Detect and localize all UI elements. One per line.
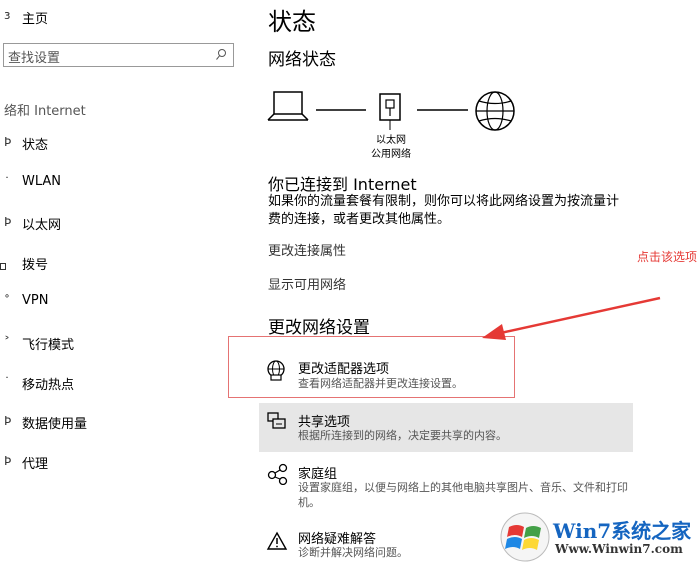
home-icon: ɜ [4,8,11,22]
nav-home[interactable]: 主页 [22,8,48,27]
sidebar-item-ethernet[interactable]: 以太网 [22,214,61,233]
warning-icon [266,531,288,550]
watermark-url: Www.Winwin7.com [555,542,683,556]
globe-icon [475,91,515,131]
annotation-arrow [482,296,661,340]
homegroup-icon [267,463,288,485]
annotation-text: 点击该选项 [637,250,697,264]
adapter-icon [267,360,285,381]
sidebar-item-wlan[interactable]: WLAN [22,174,61,189]
sidebar-item-status[interactable]: 状态 [22,134,48,153]
hotspot-icon: ˙ [4,375,10,389]
network-status-heading: 网络状态 [268,50,336,70]
option-adapter-title[interactable]: 更改适配器选项 [298,358,389,377]
option-sharing-desc: 根据所连接到的网络，决定要共享的内容。 [298,429,507,442]
sidebar-item-proxy[interactable]: 代理 [22,453,48,472]
sidebar-item-dialup[interactable]: 拨号 [22,254,48,273]
data-usage-icon: Þ [4,414,12,428]
change-properties-link[interactable]: 更改连接属性 [268,240,346,259]
laptop-icon [267,91,309,121]
windows-logo-icon [500,512,550,562]
network-diagram [267,91,515,131]
option-adapter-desc: 查看网络适配器并更改连接设置。 [298,377,463,390]
change-settings-heading: 更改网络设置 [268,318,370,338]
diagram-caption-type: 以太网 [376,135,406,146]
vpn-icon: ˚ [4,294,10,308]
show-networks-link[interactable]: 显示可用网络 [268,274,346,293]
search-icon[interactable] [215,48,227,62]
dialup-icon [0,263,6,270]
sidebar-item-vpn[interactable]: VPN [22,293,48,308]
option-troubleshoot-desc: 诊断并解决网络问题。 [298,546,408,559]
search-box[interactable]: 查找设置 [3,43,234,67]
sharing-icon [267,412,286,429]
sidebar-item-airplane[interactable]: 飞行模式 [22,334,74,353]
sidebar-item-data-usage[interactable]: 数据使用量 [22,413,87,432]
connected-text-line2: 费的连接，或者更改其他属性。 [268,212,451,227]
search-input[interactable]: 查找设置 [8,47,60,66]
proxy-icon: Þ [4,454,12,468]
watermark-brand: Win7系统之家 [553,519,692,543]
wifi-icon: ˙ [4,175,10,189]
option-homegroup-desc-line2: 机。 [298,496,320,509]
ethernet-icon: Þ [4,215,12,229]
airplane-icon: ˃ [4,335,10,349]
option-homegroup-desc-line1: 设置家庭组，以便与网络上的其他电脑共享图片、音乐、文件和打印 [298,481,628,494]
sidebar-item-hotspot[interactable]: 移动热点 [22,374,74,393]
page-title: 状态 [268,8,316,36]
diagram-caption-network: 公用网络 [371,149,411,160]
status-icon: Þ [4,135,12,149]
section-title: 络和 Internet [4,104,86,119]
ethernet-port-icon [379,93,401,130]
watermark: Win7系统之家 Www.Winwin7.com [497,509,697,564]
connected-text-line1: 如果你的流量套餐有限制，则你可以将此网络设置为按流量计 [268,194,620,209]
